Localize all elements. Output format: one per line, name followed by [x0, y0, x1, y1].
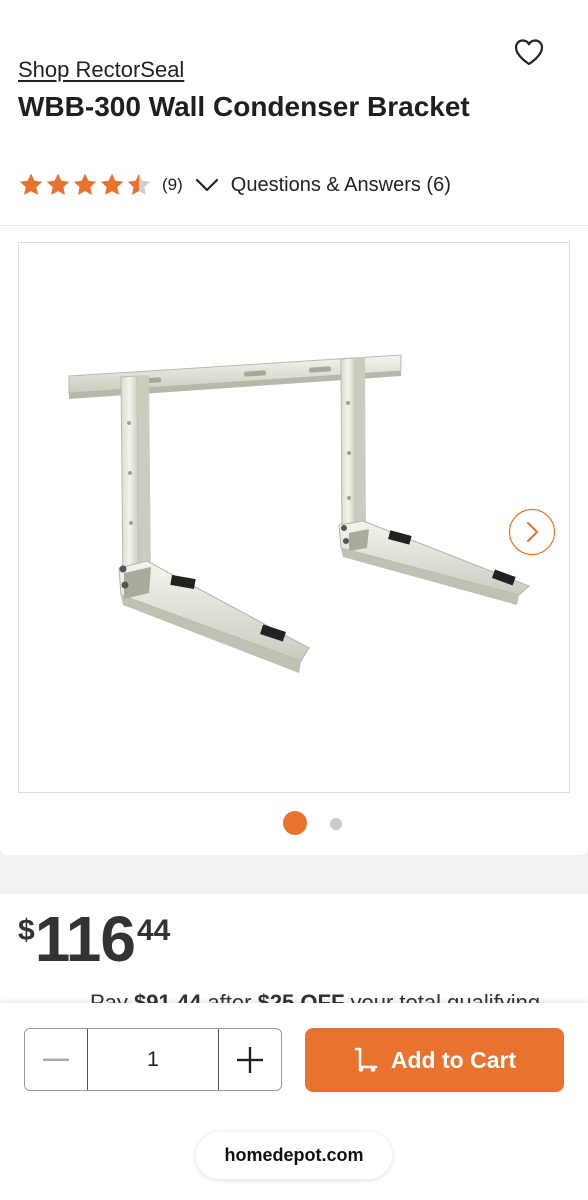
divider: [0, 225, 588, 226]
carousel-dot-active[interactable]: [283, 811, 307, 835]
price-cents: 44: [136, 914, 171, 947]
increase-quantity-button[interactable]: [219, 1029, 281, 1090]
browser-url: homedepot.com: [224, 1145, 364, 1165]
next-image-button[interactable]: [509, 509, 555, 555]
quantity-input[interactable]: [87, 1029, 219, 1090]
chevron-right-icon: [527, 522, 538, 542]
browser-url-pill[interactable]: homedepot.com: [196, 1132, 392, 1179]
minus-icon: [43, 1058, 69, 1061]
add-to-cart-bar: Add to Cart homedepot.com: [0, 1003, 588, 1200]
add-to-cart-button[interactable]: Add to Cart: [305, 1028, 564, 1092]
product-image: [68, 354, 530, 673]
quantity-stepper: [24, 1028, 282, 1091]
shop-brand-link[interactable]: Shop RectorSeal: [18, 57, 184, 83]
star-icon: [19, 173, 43, 195]
price: $ 116 44: [18, 904, 170, 974]
carousel-dot[interactable]: [330, 818, 342, 830]
plus-icon: [237, 1046, 263, 1073]
heart-icon[interactable]: [514, 38, 544, 66]
carousel-pagination: [0, 811, 588, 837]
star-icon: [46, 173, 70, 195]
star-icon: [100, 173, 124, 195]
dolly-icon: [354, 1047, 378, 1072]
add-to-cart-label: Add to Cart: [390, 1046, 517, 1073]
rating-row: (9) Questions & Answers (6): [18, 170, 451, 200]
product-image-gallery[interactable]: [18, 242, 570, 793]
star-icon: [73, 173, 97, 195]
questions-answers-link[interactable]: Questions & Answers (6): [231, 174, 451, 197]
star-rating[interactable]: [18, 172, 152, 198]
review-count[interactable]: (9): [162, 175, 183, 195]
decrease-quantity-button[interactable]: [25, 1029, 87, 1090]
price-dollars: 116: [34, 903, 136, 975]
half-star-icon: [127, 173, 151, 195]
price-currency: $: [18, 914, 35, 947]
chevron-down-icon[interactable]: [195, 177, 219, 193]
product-title: WBB-300 Wall Condenser Bracket: [18, 91, 470, 122]
product-header-card: Shop RectorSeal WBB-300 Wall Condenser B…: [0, 0, 588, 855]
